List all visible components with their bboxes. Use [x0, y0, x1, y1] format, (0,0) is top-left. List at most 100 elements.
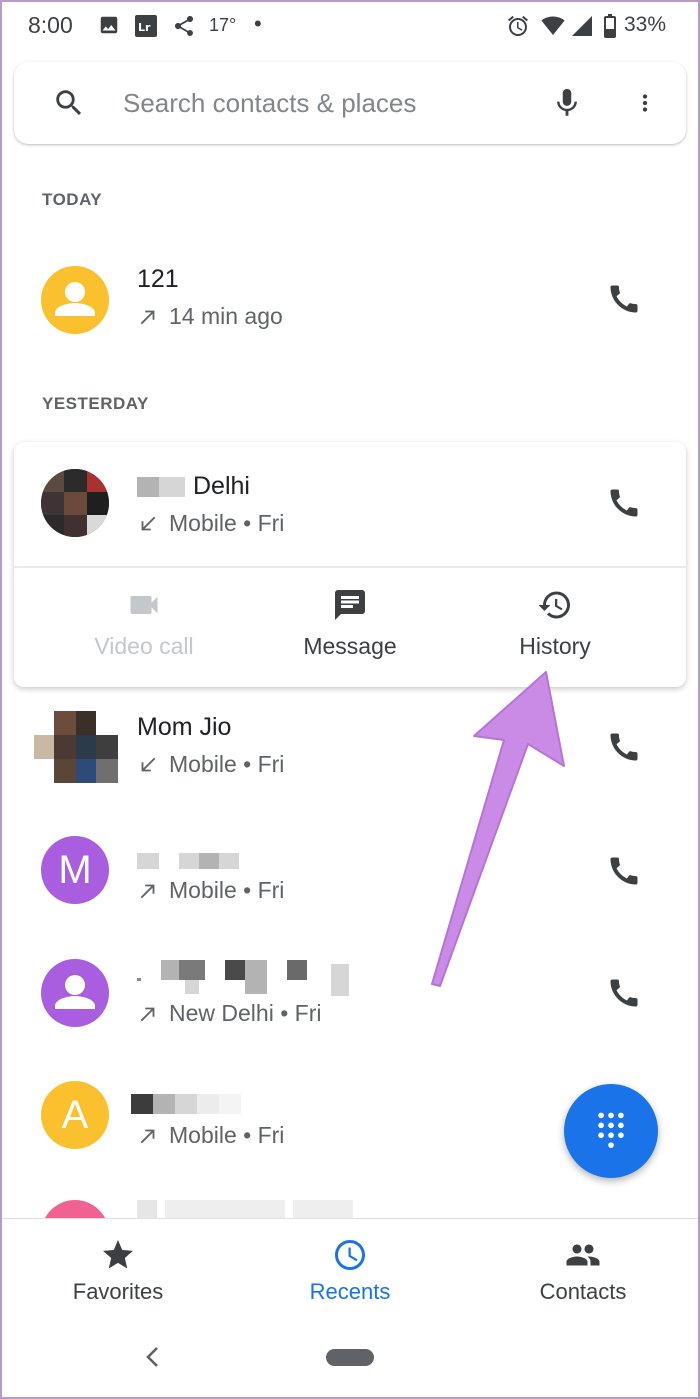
- history-button[interactable]: History: [455, 587, 655, 660]
- search-bar[interactable]: Search contacts & places: [14, 62, 686, 144]
- message-icon: [335, 590, 365, 620]
- message-label: Message: [303, 633, 397, 659]
- call-detail-line: Mobile • Fri: [137, 1122, 284, 1149]
- avatar-letter: A: [61, 1092, 89, 1137]
- status-temperature: 17°: [209, 15, 237, 35]
- redacted-text: [185, 980, 199, 994]
- search-icon[interactable]: [52, 86, 86, 120]
- redacted-text: [175, 1094, 197, 1114]
- video-call-label: Video call: [94, 633, 194, 659]
- avatar: [41, 1200, 109, 1218]
- contact-name-line: Delhi: [137, 472, 250, 501]
- wifi-icon: [541, 16, 565, 35]
- call-row[interactable]: New Delhi • Fri: [0, 938, 700, 1048]
- outgoing-call-arrow-icon: [140, 310, 155, 324]
- search-input[interactable]: Search contacts & places: [123, 88, 416, 119]
- redacted-text: [199, 853, 219, 869]
- phone-icon[interactable]: [606, 281, 642, 317]
- redacted-text: [161, 960, 179, 980]
- status-time: 8:00: [28, 12, 73, 38]
- call-detail: Mobile • Fri: [169, 751, 285, 777]
- redacted-text: [287, 960, 307, 980]
- redacted-text: [131, 1094, 153, 1114]
- home-pill[interactable]: [326, 1349, 374, 1366]
- star-icon: [103, 1240, 133, 1269]
- redacted-text: [153, 1094, 175, 1114]
- outgoing-call-arrow-icon: [140, 1007, 155, 1021]
- section-today: TODAY: [42, 190, 103, 209]
- redacted-text: [225, 960, 245, 980]
- redacted-text: [219, 853, 239, 869]
- battery-percent: 33%: [624, 13, 667, 36]
- phone-icon[interactable]: [606, 485, 642, 521]
- nav-contacts[interactable]: Contacts: [483, 1237, 683, 1305]
- phone-icon[interactable]: [606, 729, 642, 765]
- alarm-icon: [508, 15, 528, 36]
- redacted-name: [137, 1200, 353, 1218]
- redacted-text: [245, 960, 267, 994]
- redacted-text: [137, 1200, 157, 1218]
- redacted-text: [179, 960, 205, 980]
- person-icon: [55, 975, 95, 1009]
- videocam-icon: [130, 596, 158, 614]
- redacted-name: [137, 960, 357, 998]
- redacted-text: [331, 964, 349, 996]
- outgoing-call-arrow-icon: [140, 884, 155, 898]
- redacted-text: [165, 1200, 285, 1218]
- lightroom-icon: Lr: [135, 15, 157, 37]
- avatar: M: [41, 836, 109, 904]
- redacted-text: [219, 1094, 241, 1114]
- person-icon: [55, 282, 95, 316]
- incoming-call-arrow-icon: [141, 516, 156, 530]
- avatar: A: [41, 1081, 109, 1149]
- outgoing-call-arrow-icon: [140, 1129, 155, 1143]
- nav-favorites-label: Favorites: [72, 1279, 164, 1304]
- call-detail-line: Mobile • Fri: [137, 751, 284, 778]
- redacted-text: [137, 476, 159, 497]
- microphone-icon[interactable]: [550, 84, 584, 122]
- history-label: History: [519, 633, 591, 659]
- nav-contacts-label: Contacts: [539, 1279, 627, 1304]
- message-button[interactable]: Message: [250, 587, 450, 660]
- avatar-photo: [41, 469, 109, 537]
- dialpad-fab[interactable]: [564, 1084, 658, 1178]
- call-row[interactable]: M Mobile • Fri: [0, 815, 700, 925]
- nav-recents-label: Recents: [309, 1279, 391, 1304]
- call-row[interactable]: Mom Jio Mobile • Fri: [0, 693, 700, 803]
- bottom-navigation: Favorites Recents Contacts: [0, 1218, 700, 1318]
- call-detail-line: 14 min ago: [137, 303, 283, 330]
- phone-icon[interactable]: [606, 853, 642, 889]
- call-row[interactable]: 121 14 min ago: [0, 245, 700, 355]
- partial-avatar: [41, 1200, 109, 1218]
- avatar: [34, 711, 120, 783]
- avatar: [41, 959, 109, 1027]
- redacted-text: [159, 476, 185, 497]
- notification-dot-icon: •: [254, 11, 262, 36]
- back-icon[interactable]: [144, 1346, 162, 1368]
- contact-name: Delhi: [193, 472, 250, 500]
- call-detail: Mobile • Fri: [169, 1122, 285, 1148]
- signal-icon: [572, 16, 592, 36]
- nav-recents[interactable]: Recents: [250, 1237, 450, 1305]
- redacted-text: [293, 1200, 353, 1218]
- redacted-name: [131, 1094, 241, 1114]
- redacted-text: [197, 1094, 219, 1114]
- avatar: [41, 469, 109, 537]
- redacted-text: [137, 853, 159, 869]
- call-detail: Mobile • Fri: [169, 510, 285, 536]
- section-yesterday: YESTERDAY: [42, 394, 149, 413]
- history-icon: [538, 591, 570, 619]
- call-detail: 14 min ago: [169, 303, 283, 329]
- call-detail: New Delhi • Fri: [169, 1000, 322, 1026]
- nav-favorites[interactable]: Favorites: [18, 1237, 218, 1305]
- annotation-arrow: [431, 671, 565, 987]
- expanded-call-card[interactable]: Delhi Mobile • Fri Video call Message Hi…: [14, 442, 686, 687]
- contact-name: Mom Jio: [137, 713, 232, 741]
- card-divider: [14, 566, 686, 568]
- phone-icon[interactable]: [606, 975, 642, 1011]
- svg-text:Lr: Lr: [138, 21, 151, 34]
- more-options-icon[interactable]: [632, 86, 658, 120]
- video-call-button[interactable]: Video call: [44, 587, 244, 660]
- battery-icon: [604, 14, 616, 38]
- call-detail-line: Mobile • Fri: [137, 510, 284, 537]
